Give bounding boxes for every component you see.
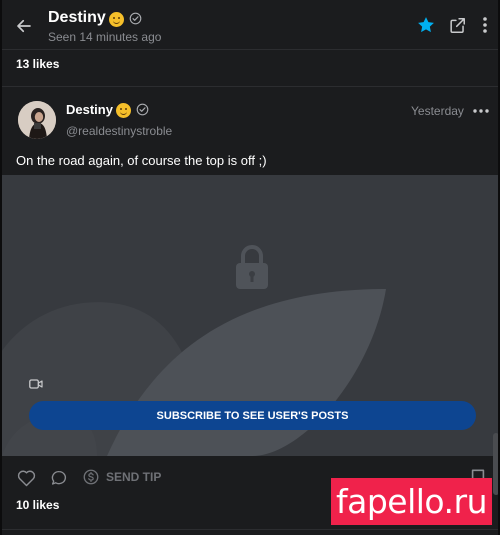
header-title-row: Destiny: [48, 9, 142, 27]
chat-header: Destiny Seen 14 minutes ago: [2, 0, 498, 50]
post-author-handle[interactable]: @realdestinystroble: [66, 124, 172, 138]
app-frame: Destiny Seen 14 minutes ago 13 likes Des…: [0, 0, 500, 535]
profile-name[interactable]: Destiny: [48, 9, 106, 27]
back-button[interactable]: [12, 14, 36, 38]
post-author-row: Destiny: [66, 102, 149, 118]
dollar-icon: [83, 469, 99, 485]
share-button[interactable]: [446, 14, 468, 36]
watermark-text: fapello.ru: [335, 482, 488, 521]
arrow-left-icon: [17, 19, 31, 33]
more-horizontal-icon: [473, 109, 489, 113]
verified-badge-icon: [129, 12, 142, 25]
post-more-button[interactable]: [472, 102, 490, 120]
favorite-button[interactable]: [415, 14, 437, 36]
share-icon: [449, 17, 465, 33]
lock-icon: [236, 245, 268, 289]
verified-badge-icon: [136, 103, 149, 116]
header-more-button[interactable]: [474, 14, 496, 36]
send-tip-label: SEND TIP: [106, 470, 162, 484]
watermark: fapello.ru: [331, 478, 492, 525]
send-tip-button[interactable]: SEND TIP: [82, 468, 161, 486]
comment-button[interactable]: [49, 468, 69, 488]
smile-emoji-icon: [115, 103, 131, 118]
post-likes-count[interactable]: 10 likes: [16, 498, 59, 512]
kebab-menu-icon: [483, 17, 487, 33]
star-icon: [418, 17, 434, 33]
comment-icon: [51, 470, 67, 485]
last-seen-status: Seen 14 minutes ago: [48, 30, 162, 44]
subscribe-button[interactable]: SUBSCRIBE TO SEE USER'S POSTS: [29, 401, 476, 430]
post-timestamp[interactable]: Yesterday: [411, 104, 464, 118]
divider: [2, 86, 498, 87]
avatar[interactable]: [18, 101, 56, 139]
smile-emoji-icon: [108, 11, 124, 27]
divider: [2, 529, 498, 530]
post-text: On the road again, of course the top is …: [16, 153, 267, 168]
heart-icon: [17, 470, 35, 487]
like-button[interactable]: [16, 468, 36, 488]
previous-post-likes[interactable]: 13 likes: [16, 57, 59, 71]
post-author-name[interactable]: Destiny: [66, 102, 113, 117]
video-icon: [29, 379, 43, 389]
